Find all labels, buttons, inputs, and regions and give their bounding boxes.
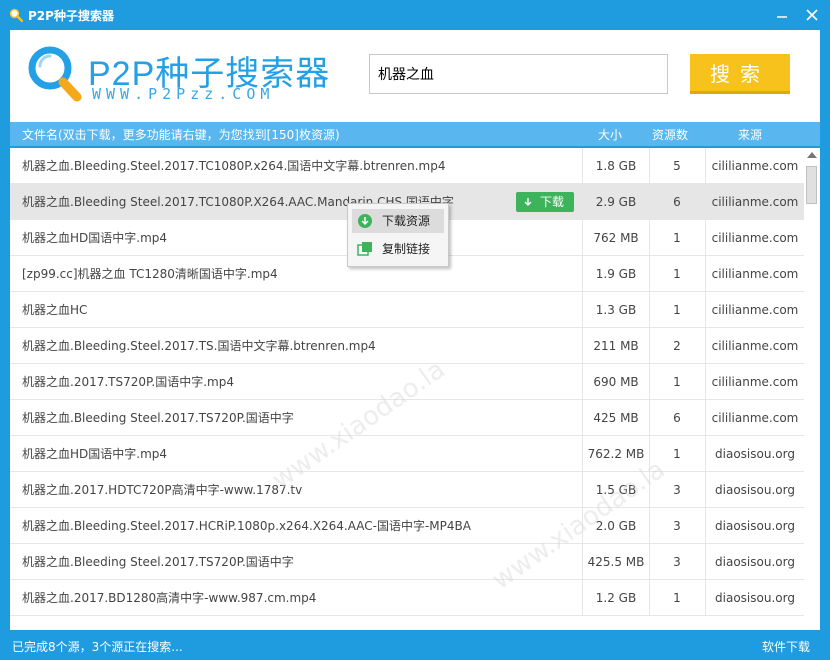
close-button[interactable] bbox=[804, 7, 820, 23]
status-bar: 已完成8个源，3个源正在搜索... 软件下载 bbox=[0, 630, 830, 660]
file-size: 1.8 GB bbox=[582, 148, 650, 184]
scrollbar-thumb[interactable] bbox=[806, 166, 817, 204]
minimize-button[interactable] bbox=[774, 7, 790, 23]
app-magnifier-icon bbox=[9, 8, 23, 22]
search-button[interactable]: 搜索 bbox=[690, 54, 790, 94]
context-menu-copy-label: 复制链接 bbox=[382, 242, 431, 256]
source-host: cililianme.com bbox=[711, 159, 799, 173]
source-host: cililianme.com bbox=[711, 267, 799, 281]
source-host: cililianme.com bbox=[711, 303, 799, 317]
file-name: 机器之血HC bbox=[22, 303, 88, 317]
table-row[interactable]: 机器之血.Bleeding.Steel.2017.TS.国语中文字幕.btren… bbox=[10, 328, 804, 364]
row-download-button[interactable]: 下载 bbox=[516, 192, 574, 212]
file-size: 425.5 MB bbox=[582, 544, 650, 580]
source-host: cililianme.com bbox=[711, 375, 799, 389]
source-host: diaosisou.org bbox=[715, 555, 795, 569]
context-menu-copy-item[interactable]: 复制链接 bbox=[352, 237, 444, 261]
table-row[interactable]: 机器之血.Bleeding Steel.2017.TS720P.国语中字 425… bbox=[10, 544, 804, 580]
source-host: diaosisou.org bbox=[715, 447, 795, 461]
column-header-size[interactable]: 大小 bbox=[598, 126, 622, 143]
search-input[interactable] bbox=[369, 54, 668, 94]
table-row[interactable]: 机器之血.2017.TS720P.国语中字.mp4 690 MB 1 cilil… bbox=[10, 364, 804, 400]
close-icon bbox=[806, 9, 818, 21]
table-row[interactable]: 机器之血.2017.HDTC720P高清中字-www.1787.tv 1.5 G… bbox=[10, 472, 804, 508]
file-size: 211 MB bbox=[582, 328, 650, 364]
file-size: 762 MB bbox=[582, 220, 650, 256]
source-count: 6 bbox=[649, 184, 706, 220]
title-bar: P2P种子搜索器 bbox=[0, 0, 830, 30]
source-count: 2 bbox=[649, 328, 706, 364]
source-count: 3 bbox=[649, 508, 706, 544]
source-host: diaosisou.org bbox=[715, 591, 795, 605]
context-menu-download-label: 下载资源 bbox=[382, 214, 431, 228]
file-name: 机器之血.Bleeding Steel.2017.TS720P.国语中字 bbox=[22, 555, 294, 569]
column-header-sources[interactable]: 资源数 bbox=[652, 126, 688, 143]
table-row[interactable]: 机器之血.2017.BD1280高清中字-www.987.cm.mp4 1.2 … bbox=[10, 580, 804, 616]
source-host: cililianme.com bbox=[711, 339, 799, 353]
file-name: 机器之血.Bleeding.Steel.2017.TS.国语中文字幕.btren… bbox=[22, 339, 376, 353]
file-name: [zp99.cc]机器之血 TC1280清晰国语中字.mp4 bbox=[22, 267, 278, 281]
file-size: 762.2 MB bbox=[582, 436, 650, 472]
file-size: 425 MB bbox=[582, 400, 650, 436]
file-name: 机器之血.2017.TS720P.国语中字.mp4 bbox=[22, 375, 234, 389]
vertical-scrollbar[interactable] bbox=[804, 148, 820, 630]
source-host: cililianme.com bbox=[711, 231, 799, 245]
source-count: 3 bbox=[649, 472, 706, 508]
file-size: 1.3 GB bbox=[582, 292, 650, 328]
source-count: 1 bbox=[649, 436, 706, 472]
file-name: 机器之血.Bleeding.Steel.2017.TC1080P.x264.国语… bbox=[22, 159, 446, 173]
logo-magnifier-icon bbox=[28, 46, 82, 102]
context-menu: 下载资源 复制链接 bbox=[347, 203, 449, 267]
table-row[interactable]: 机器之血.Bleeding.Steel.2017.TC1080P.x264.国语… bbox=[10, 148, 804, 184]
source-count: 1 bbox=[649, 220, 706, 256]
source-host: cililianme.com bbox=[711, 411, 799, 425]
window-title: P2P种子搜索器 bbox=[28, 9, 114, 23]
logo-website: WWW.P2Pzz.COM bbox=[92, 85, 275, 103]
software-download-link[interactable]: 软件下载 bbox=[762, 638, 810, 655]
source-count: 3 bbox=[649, 544, 706, 580]
file-size: 2.0 GB bbox=[582, 508, 650, 544]
file-size: 1.5 GB bbox=[582, 472, 650, 508]
table-row[interactable]: 机器之血HD国语中字.mp4 762.2 MB 1 diaosisou.org bbox=[10, 436, 804, 472]
source-count: 5 bbox=[649, 148, 706, 184]
column-header-name[interactable]: 文件名(双击下载，更多功能请右键，为您找到[150]枚资源) bbox=[22, 126, 340, 143]
table-row[interactable]: 机器之血.Bleeding.Steel.2017.HCRiP.1080p.x26… bbox=[10, 508, 804, 544]
column-header-host[interactable]: 来源 bbox=[738, 126, 762, 143]
file-size: 1.9 GB bbox=[582, 256, 650, 292]
source-count: 1 bbox=[649, 292, 706, 328]
source-host: diaosisou.org bbox=[715, 483, 795, 497]
table-header: 文件名(双击下载，更多功能请右键，为您找到[150]枚资源) 大小 资源数 来源 bbox=[10, 122, 820, 146]
context-menu-download-item[interactable]: 下载资源 bbox=[352, 209, 444, 233]
table-row[interactable]: 机器之血.Bleeding Steel.2017.TS720P.国语中字 425… bbox=[10, 400, 804, 436]
status-text: 已完成8个源，3个源正在搜索... bbox=[12, 640, 183, 654]
source-host: cililianme.com bbox=[711, 195, 799, 209]
copy-icon bbox=[357, 242, 372, 256]
row-download-label: 下载 bbox=[540, 195, 565, 209]
source-count: 1 bbox=[649, 256, 706, 292]
table-row[interactable]: 机器之血HC 1.3 GB 1 cililianme.com bbox=[10, 292, 804, 328]
source-host: diaosisou.org bbox=[715, 519, 795, 533]
file-size: 1.2 GB bbox=[582, 580, 650, 616]
file-name: 机器之血.Bleeding Steel.2017.TS720P.国语中字 bbox=[22, 411, 294, 425]
scroll-up-arrow-icon[interactable] bbox=[807, 152, 817, 158]
file-name: 机器之血HD国语中字.mp4 bbox=[22, 447, 168, 461]
download-icon bbox=[358, 214, 372, 228]
file-name: 机器之血.Bleeding.Steel.2017.HCRiP.1080p.x26… bbox=[22, 519, 471, 533]
file-name: 机器之血.2017.HDTC720P高清中字-www.1787.tv bbox=[22, 483, 303, 497]
file-name: 机器之血HD国语中字.mp4 bbox=[22, 231, 168, 245]
file-name: 机器之血.2017.BD1280高清中字-www.987.cm.mp4 bbox=[22, 591, 317, 605]
source-count: 1 bbox=[649, 364, 706, 400]
minimize-icon bbox=[777, 16, 787, 18]
file-name: 机器之血.Bleeding Steel.2017.TC1080P.X264.AA… bbox=[22, 195, 454, 209]
file-size: 2.9 GB bbox=[582, 184, 650, 220]
download-arrow-icon bbox=[524, 198, 532, 206]
search-header: P2P种子搜索器 WWW.P2Pzz.COM 搜索 bbox=[10, 30, 820, 122]
file-size: 690 MB bbox=[582, 364, 650, 400]
source-count: 6 bbox=[649, 400, 706, 436]
source-count: 1 bbox=[649, 580, 706, 616]
